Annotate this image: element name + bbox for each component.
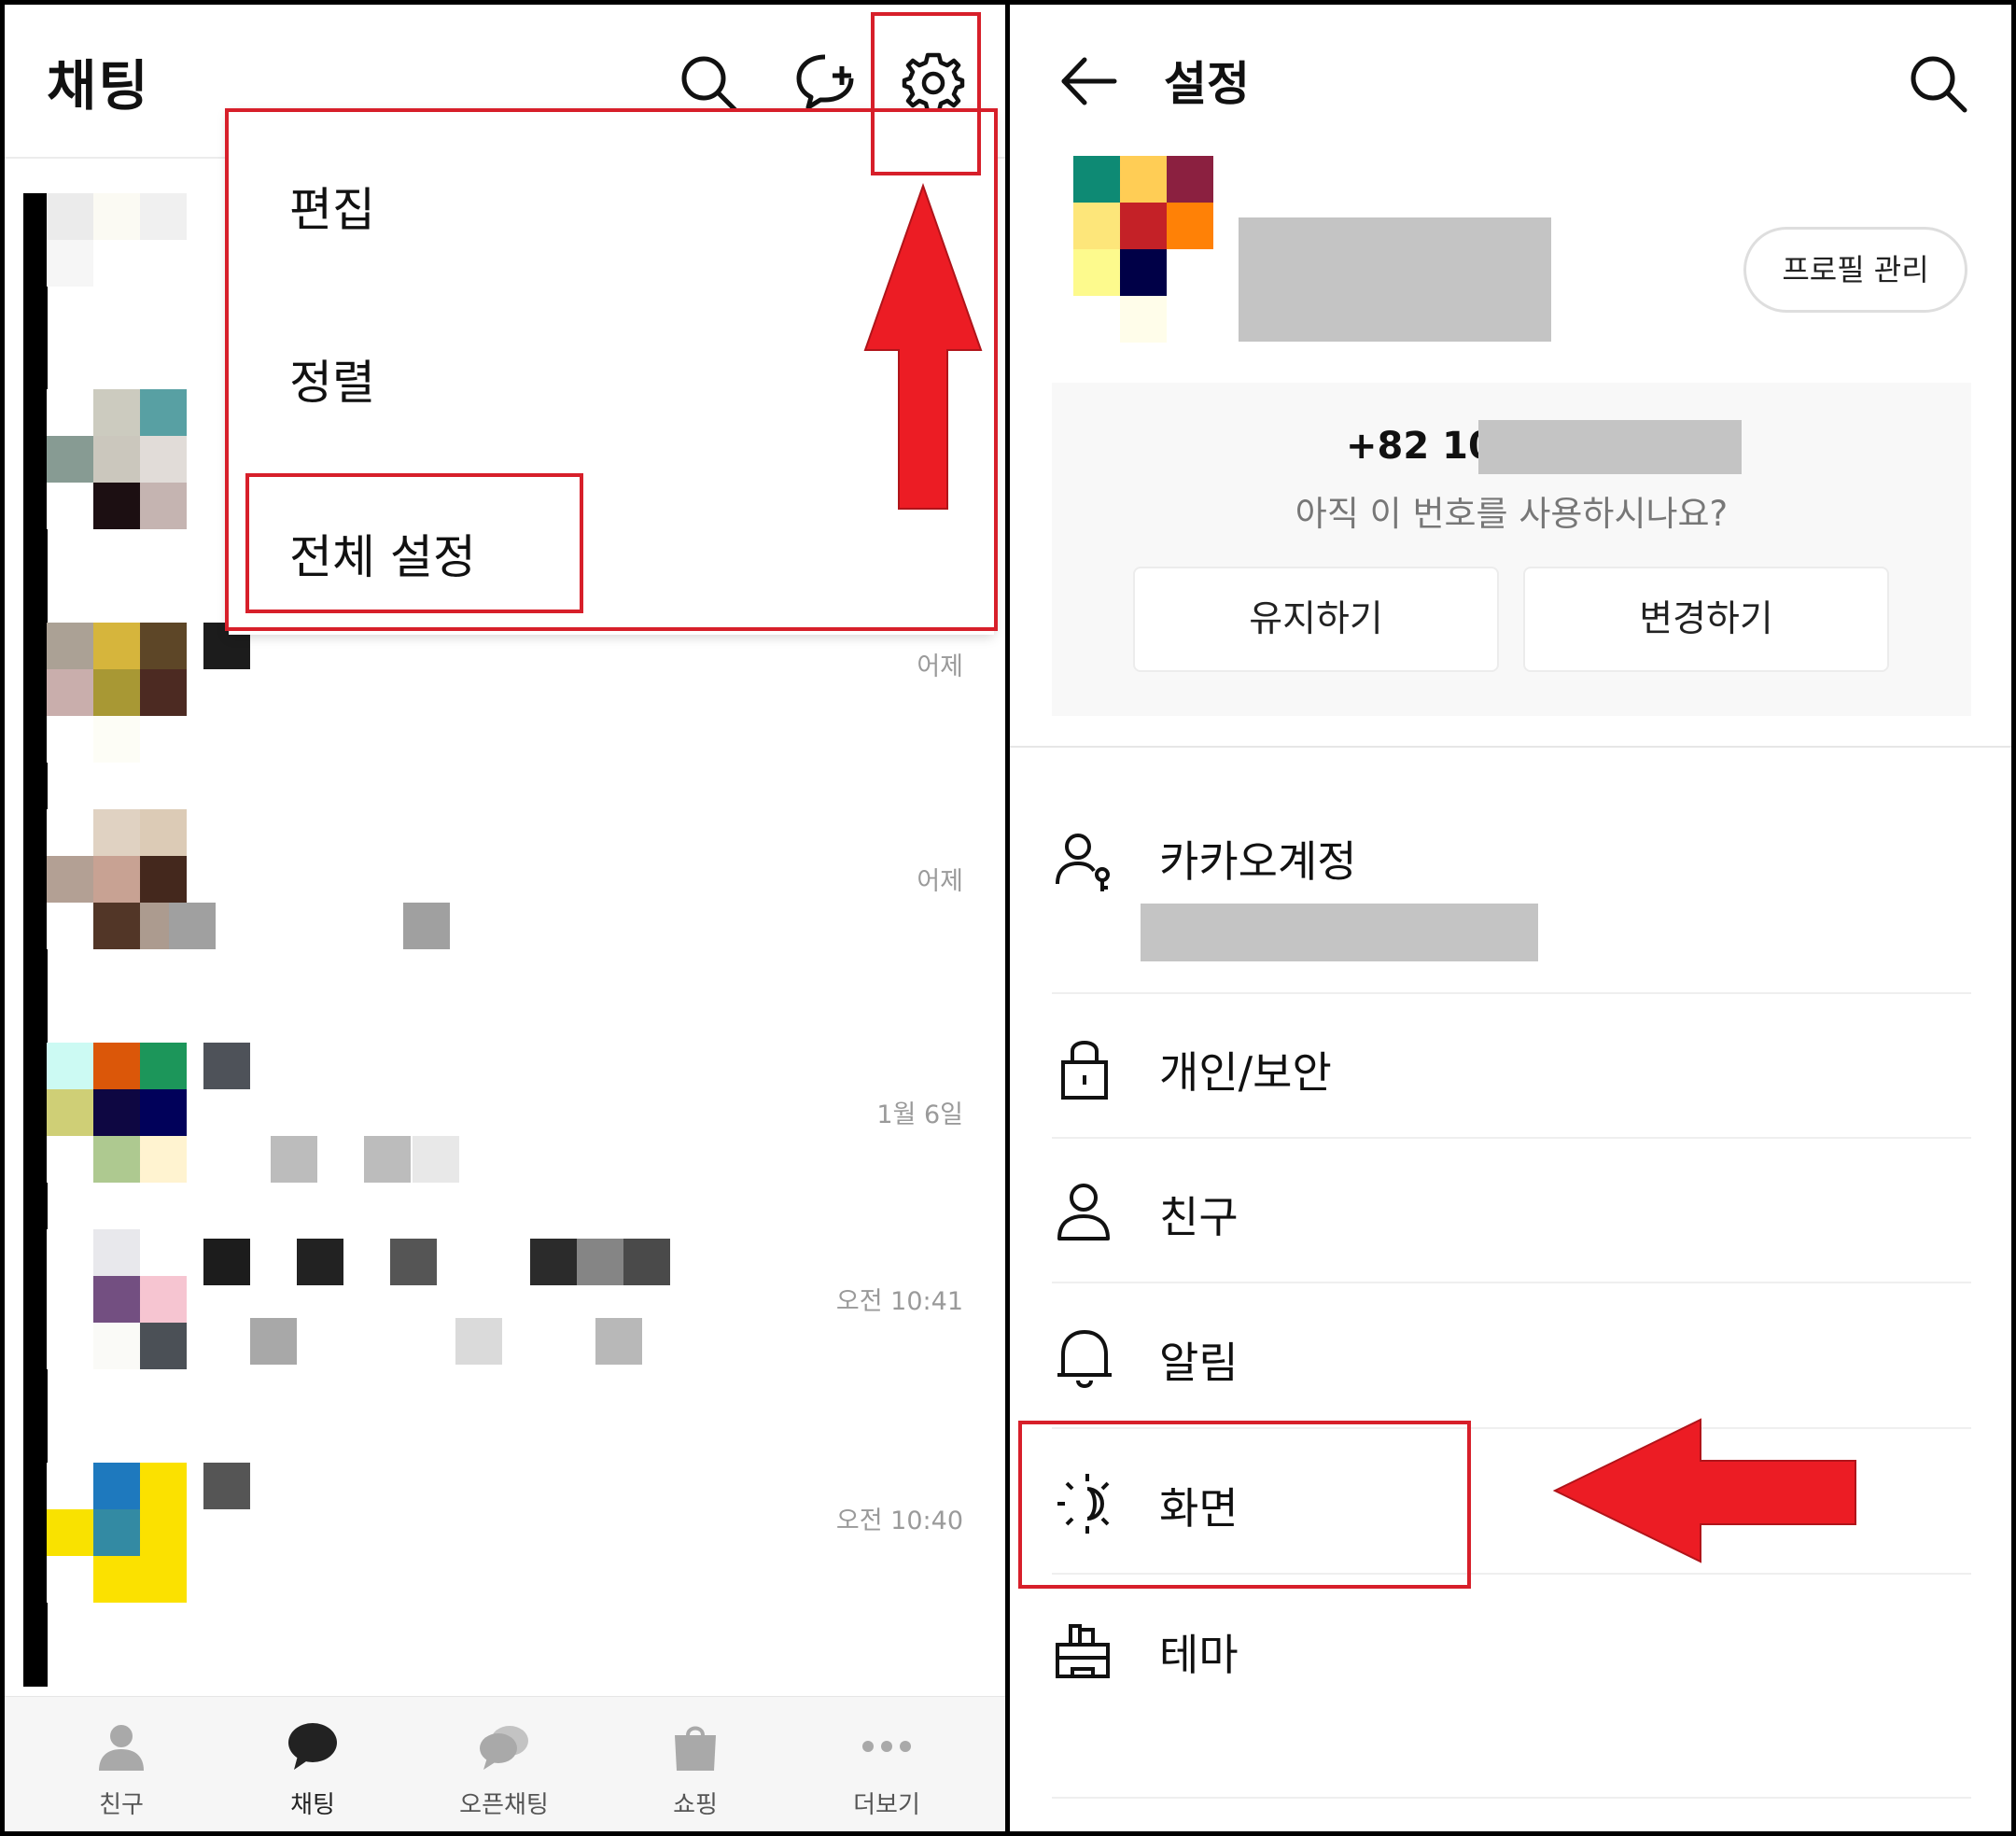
chat-time: 오전 10:41 [835,1287,963,1316]
chat-row[interactable]: 1월 6일 [5,1043,1005,1255]
lock-icon [1052,1034,1119,1101]
annotation-display-highlight [1018,1421,1471,1589]
new-chat-icon[interactable] [793,49,859,115]
redacted-preview [595,1318,642,1365]
chat-time: 1월 6일 [876,1100,963,1129]
setting-friends[interactable]: 친구 [1052,1179,1971,1272]
setting-label: 알림 [1159,1338,1239,1388]
section-divider [1010,746,2011,748]
nav-label: 오픈채팅 [459,1791,549,1819]
keep-number-button[interactable]: 유지하기 [1133,567,1499,672]
person-icon [95,1720,147,1773]
setting-label: 개인/보안 [1159,1047,1332,1098]
redacted-preview [455,1318,502,1365]
redacted-preview [297,1239,343,1285]
annotation-all-settings-highlight [245,473,583,613]
avatar [47,389,187,529]
theme-brush-icon [1052,1617,1119,1684]
change-number-button[interactable]: 변경하기 [1523,567,1889,672]
avatar [47,193,187,333]
nav-label: 쇼핑 [673,1791,718,1819]
redacted-preview [403,903,450,949]
redacted-preview [530,1239,577,1285]
redacted-preview [203,1239,250,1285]
row-divider [1052,1797,1971,1799]
search-icon[interactable] [1906,51,1971,117]
chat-time: 오전 10:40 [835,1507,963,1535]
row-divider [1052,1282,1971,1283]
setting-label: 카카오계정 [1159,836,1357,887]
phone-question: 아직 이 번호를 사용하시나요? [1295,494,1729,534]
chat-row[interactable]: 어제 [5,623,1005,835]
account-icon [1052,828,1119,895]
redacted-preview [390,1239,437,1285]
page-title: 채팅 [47,54,150,118]
open-chat-icon [478,1720,530,1773]
setting-label: 친구 [1159,1192,1239,1242]
bottom-nav: 친구 채팅 오픈채팅 쇼핑 더보기 [5,1696,1005,1831]
redacted-preview [623,1239,670,1285]
setting-privacy-security[interactable]: 개인/보안 [1052,1034,1971,1128]
back-arrow-icon[interactable] [1057,49,1122,114]
redacted-preview [271,1136,317,1183]
profile-avatar[interactable] [1073,156,1213,366]
settings-screen: 설정 프로필 관리 +82 10- 아직 이 번호를 사용하시나요? 유지하기 … [1010,5,2011,1831]
bell-icon [1052,1324,1119,1392]
redacted-preview [577,1239,623,1285]
nav-label: 더보기 [853,1791,920,1819]
annotation-left-arrow [1552,1418,1856,1563]
chat-row[interactable]: 어제 [5,809,1005,1022]
setting-label: 테마 [1159,1630,1239,1680]
redacted-phone-number [1478,420,1742,474]
redacted-preview [203,1043,250,1089]
redacted-preview [169,903,216,949]
setting-theme[interactable]: 테마 [1052,1617,1971,1710]
redacted-preview [250,1318,297,1365]
redacted-preview [364,1136,411,1183]
nav-friends[interactable]: 친구 [28,1697,215,1831]
row-divider [1052,992,1971,994]
chat-time: 어제 [917,867,963,896]
chat-row[interactable]: 오전 10:41 [5,1229,1005,1442]
chat-time: 어제 [917,652,963,681]
setting-notifications[interactable]: 알림 [1052,1324,1971,1418]
chat-row[interactable]: 오전 10:40 [5,1463,1005,1675]
avatar [47,809,187,949]
redacted-preview [203,1463,250,1509]
nav-label: 채팅 [290,1791,335,1819]
phone-verification-card: +82 10- 아직 이 번호를 사용하시나요? 유지하기 변경하기 [1052,383,1971,716]
nav-shopping[interactable]: 쇼핑 [602,1697,789,1831]
redacted-account-email [1141,904,1538,961]
nav-label: 친구 [99,1791,144,1819]
chat-screen: 채팅 어제 어제 1월 6일 오전 10:41 오전 10:40 편집 정렬 전… [5,5,1005,1831]
annotation-up-arrow [863,182,983,510]
nav-chats[interactable]: 채팅 [219,1697,406,1831]
nav-open-chat[interactable]: 오픈채팅 [411,1697,597,1831]
more-dots-icon [861,1720,913,1773]
redacted-preview [413,1136,459,1183]
avatar [47,1463,187,1603]
avatar [47,1229,187,1369]
avatar [47,623,187,763]
shopping-bag-icon [669,1720,721,1773]
avatar [47,1043,187,1183]
search-icon[interactable] [677,51,742,117]
row-divider [1052,1137,1971,1139]
nav-more[interactable]: 더보기 [793,1697,980,1831]
friend-icon [1052,1179,1119,1246]
redacted-profile-name [1239,217,1551,342]
chat-bubble-icon [287,1720,339,1773]
page-title: 설정 [1164,57,1250,111]
profile-manage-button[interactable]: 프로필 관리 [1743,227,1967,313]
